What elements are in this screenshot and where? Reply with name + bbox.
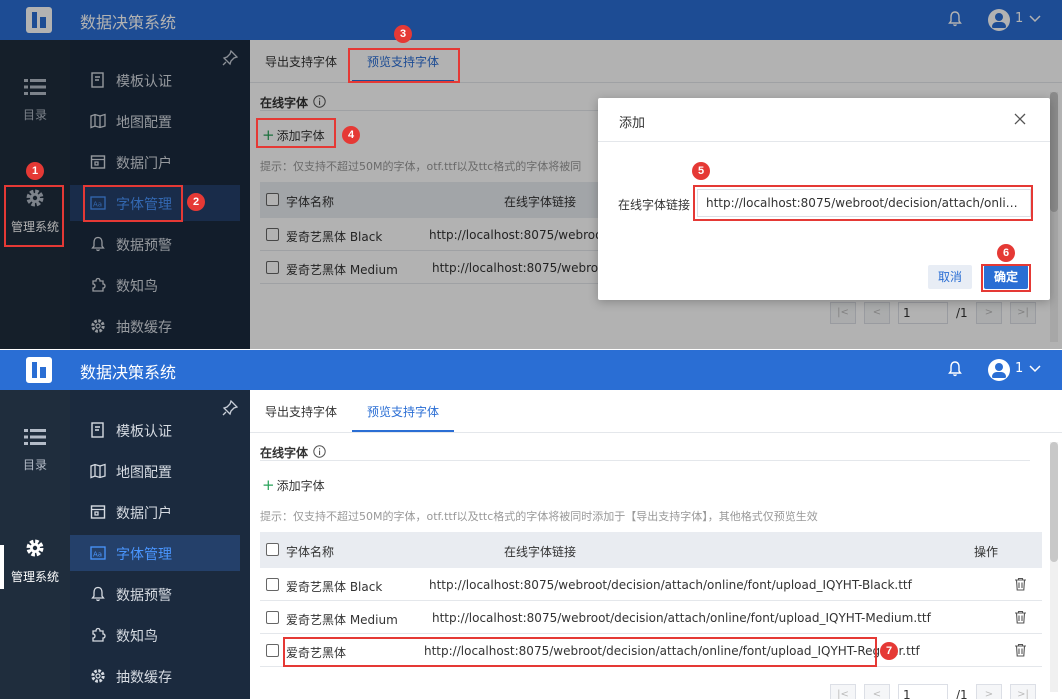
- row-checkbox[interactable]: [266, 578, 279, 591]
- subnav-item-template[interactable]: 模板认证: [70, 412, 240, 448]
- info-icon[interactable]: [313, 445, 326, 458]
- page-input[interactable]: [898, 684, 948, 699]
- left-sidebar: 目录 管理系统: [0, 390, 70, 699]
- chevron-down-icon[interactable]: [1029, 362, 1041, 374]
- admin-subnav: 模板认证 地图配置 数据门户 Aa 字体管理 数据预警 数知鸟 抽数缓存: [70, 390, 250, 699]
- font-link-input[interactable]: http://localhost:8075/webroot/decision/a…: [697, 189, 1031, 217]
- hint-text: 提示：仅支持不超过50M的字体，otf.ttf以及ttc格式的字体将被同时添加于…: [260, 510, 818, 523]
- map-icon: [90, 463, 106, 479]
- list-icon: [24, 429, 46, 445]
- section-title: 在线字体: [260, 446, 309, 460]
- nav-admin-label: 管理系统: [10, 570, 59, 584]
- font-icon: Aa: [90, 546, 106, 560]
- nav-catalog[interactable]: 目录: [0, 428, 70, 473]
- last-page-button[interactable]: >|: [1010, 684, 1036, 699]
- close-icon[interactable]: [1014, 113, 1026, 125]
- svg-text:Aa: Aa: [93, 551, 102, 559]
- subnav-item-label: 数据门户: [116, 506, 172, 522]
- app-logo-icon: [26, 357, 52, 383]
- row-font-link: http://localhost:8075/webroot/decision/a…: [429, 578, 912, 592]
- subnav-item-map[interactable]: 地图配置: [70, 453, 240, 489]
- puzzle-icon: [92, 627, 106, 642]
- row-font-name: 爱奇艺黑体 Black: [286, 580, 383, 594]
- nav-admin[interactable]: 管理系统: [0, 538, 70, 585]
- subnav-item-alert[interactable]: 数据预警: [70, 576, 240, 612]
- subnav-item-label: 抽数缓存: [116, 670, 172, 686]
- page-total: /1: [956, 688, 968, 699]
- tab-preview-fonts[interactable]: 预览支持字体: [352, 390, 455, 432]
- confirm-button[interactable]: 确定: [984, 265, 1028, 289]
- subnav-item-label: 地图配置: [116, 465, 172, 481]
- next-page-button[interactable]: >: [976, 684, 1002, 699]
- section-divider: [260, 460, 1030, 461]
- add-font-button[interactable]: + 添加字体: [262, 476, 325, 494]
- user-avatar-icon[interactable]: [988, 359, 1010, 381]
- subnav-item-cache[interactable]: 抽数缓存: [70, 658, 240, 694]
- gear-icon: [91, 669, 105, 683]
- add-font-dialog: 添加 在线字体链接 http://localhost:8075/webroot/…: [598, 98, 1050, 300]
- add-font-label: 添加字体: [276, 479, 325, 493]
- subnav-item-font[interactable]: Aa 字体管理: [70, 535, 240, 571]
- row-font-name: 爱奇艺黑体: [286, 646, 347, 660]
- template-icon: [91, 422, 104, 438]
- subnav-item-label: 数知鸟: [116, 629, 158, 645]
- dialog-title: 添加: [619, 116, 646, 131]
- subnav-item-label: 模板认证: [116, 424, 172, 440]
- prev-page-button[interactable]: <: [864, 684, 890, 699]
- row-font-link: http://localhost:8075/webroot/decision/a…: [432, 611, 931, 625]
- cancel-button[interactable]: 取消: [928, 265, 972, 289]
- step-marker: 2: [187, 193, 205, 211]
- trash-icon[interactable]: [1014, 610, 1027, 624]
- scrollbar-thumb[interactable]: [1050, 442, 1058, 562]
- col-font-name: 字体名称: [286, 545, 335, 559]
- step-marker: 3: [394, 25, 412, 43]
- portal-icon: [90, 505, 106, 519]
- step-marker: 5: [692, 162, 710, 180]
- subnav-item-label: 字体管理: [116, 547, 172, 563]
- table-row: 爱奇艺黑体 Medium http://localhost:8075/webro…: [260, 601, 1042, 634]
- screenshot-step-2: 数据决策系统 1 目录 管理系统 模板认证 地图配置 数据门户 Aa 字体管理 …: [0, 350, 1062, 699]
- row-font-name: 爱奇艺黑体 Medium: [286, 613, 398, 627]
- col-font-link: 在线字体链接: [504, 545, 577, 559]
- table-row: 爱奇艺黑体 Black http://localhost:8075/webroo…: [260, 568, 1042, 601]
- step-marker: 6: [997, 244, 1015, 262]
- nav-catalog-label: 目录: [22, 458, 47, 472]
- trash-icon[interactable]: [1014, 643, 1027, 657]
- font-link-label: 在线字体链接: [618, 198, 691, 212]
- subnav-item-label: 数据预警: [116, 588, 172, 604]
- table-header: 字体名称 在线字体链接 操作: [260, 532, 1042, 568]
- row-checkbox[interactable]: [266, 644, 279, 657]
- step-marker: 4: [342, 126, 360, 144]
- top-header: 数据决策系统 1: [0, 350, 1062, 390]
- screenshot-step-1: 数据决策系统 1 目录 管理系统 模板认证 地图配置 数据门户 Aa 字体管理 …: [0, 0, 1062, 349]
- first-page-button[interactable]: |<: [830, 684, 856, 699]
- col-operation: 操作: [974, 545, 999, 559]
- font-management-content: 导出支持字体 预览支持字体 在线字体 + 添加字体 提示：仅支持不超过50M的字体…: [250, 390, 1062, 699]
- row-checkbox[interactable]: [266, 611, 279, 624]
- gear-icon: [26, 539, 44, 557]
- dialog-divider: [598, 141, 1050, 142]
- plus-icon: +: [262, 476, 275, 494]
- subnav-item-portal[interactable]: 数据门户: [70, 494, 240, 530]
- subnav-item-bird[interactable]: 数知鸟: [70, 617, 240, 653]
- row-font-link: http://localhost:8075/webroot/decision/a…: [424, 644, 920, 658]
- trash-icon[interactable]: [1014, 577, 1027, 591]
- bell-icon[interactable]: [948, 361, 962, 377]
- step-marker: 7: [880, 642, 898, 660]
- tab-export-fonts[interactable]: 导出支持字体: [250, 390, 352, 432]
- table-row: 爱奇艺黑体 http://localhost:8075/webroot/deci…: [260, 634, 1042, 667]
- tabs-divider: [250, 432, 1062, 433]
- alert-bell-icon: [91, 586, 105, 602]
- select-all-checkbox[interactable]: [266, 543, 279, 556]
- user-label: 1: [1015, 361, 1024, 376]
- step-marker: 1: [26, 162, 44, 180]
- app-title: 数据决策系统: [80, 363, 177, 382]
